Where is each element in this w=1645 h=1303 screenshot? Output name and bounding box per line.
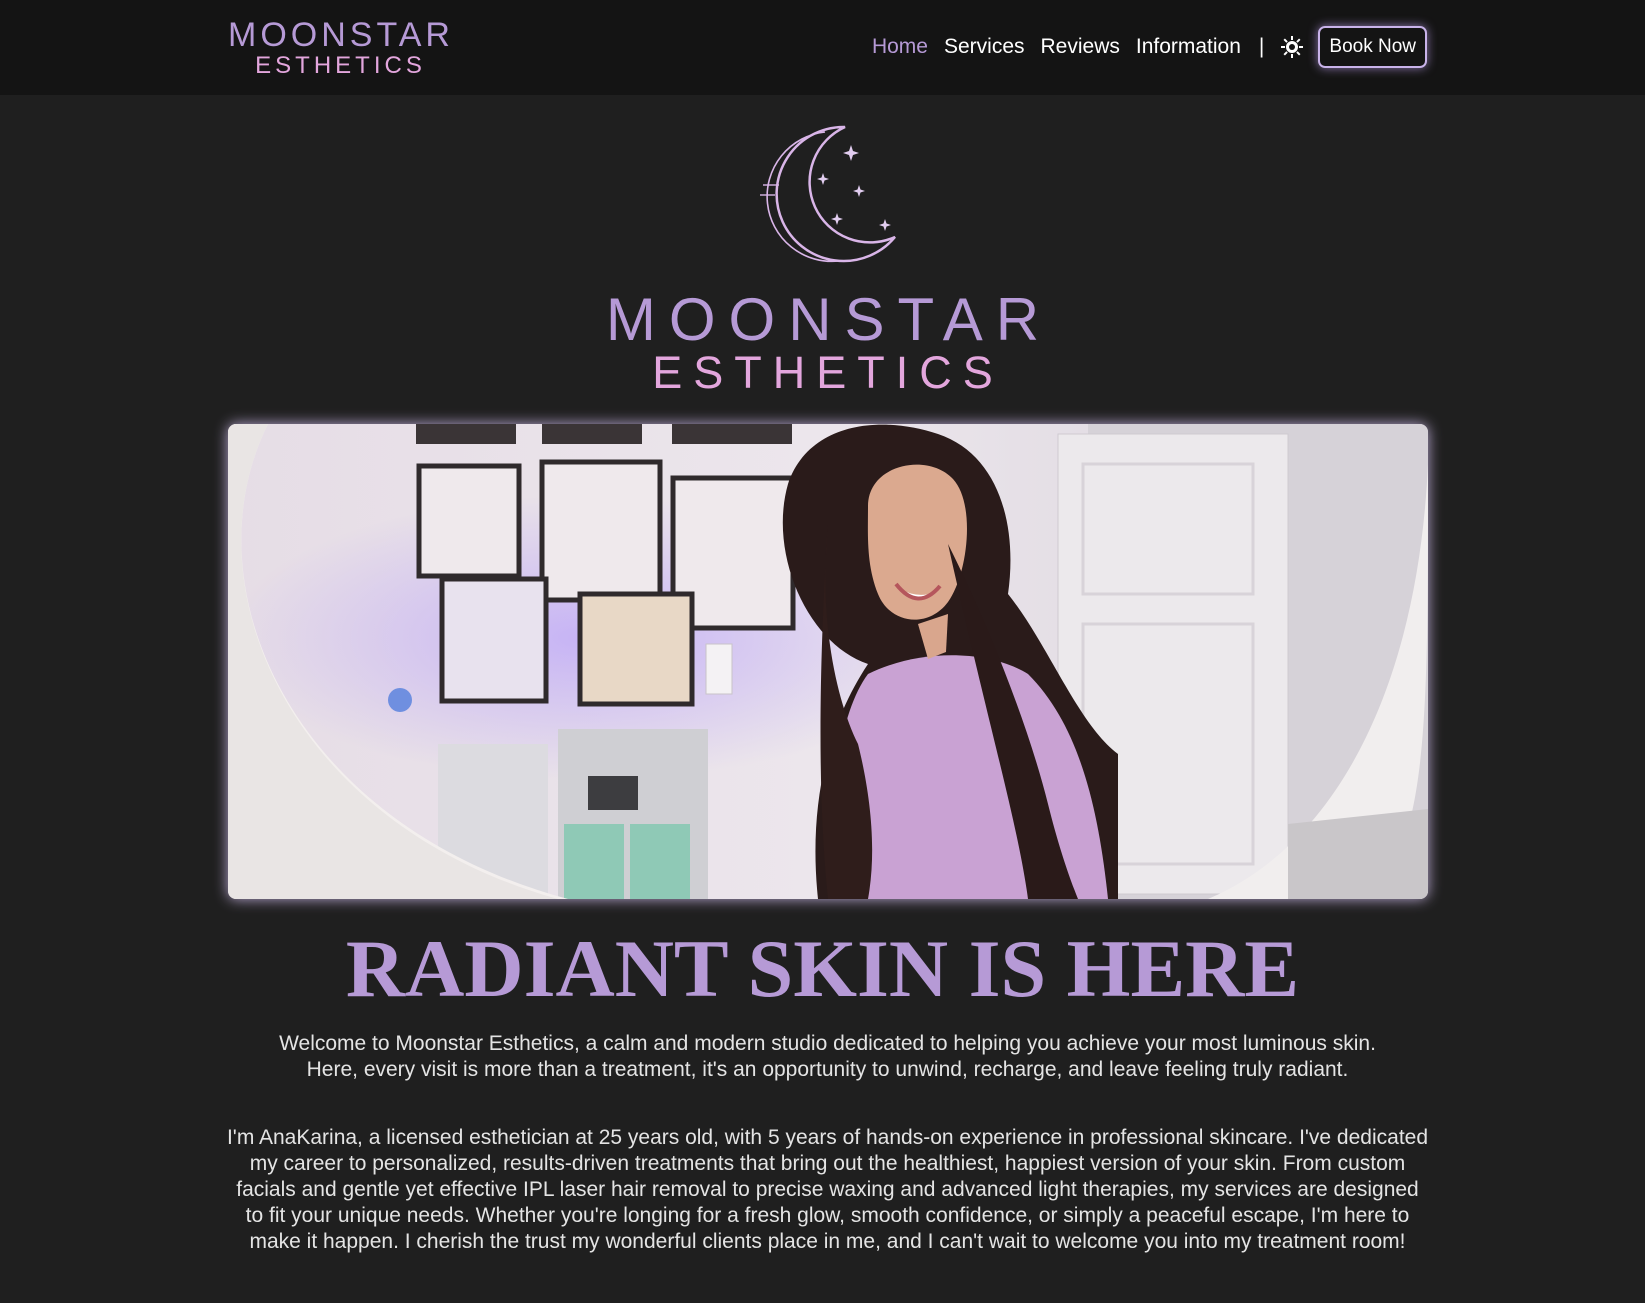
about-paragraph: I'm AnaKarina, a licensed esthetician at… [226, 1126, 1429, 1253]
logo-title: MOONSTAR [605, 286, 1053, 353]
nav-services[interactable]: Services [944, 35, 1025, 59]
nav-separator: | [1258, 35, 1265, 58]
crescent-moon-stars-icon [755, 123, 905, 273]
brand-subtitle: ESTHETICS [255, 52, 426, 79]
hero-photo [228, 424, 1428, 899]
intro-paragraph: Welcome to Moonstar Esthetics, a calm an… [279, 1032, 1376, 1081]
sun-icon[interactable] [1280, 35, 1304, 59]
logo-subtitle: ESTHETICS [652, 347, 1004, 398]
brand-name: MOONSTAR [228, 16, 454, 54]
brand-logo[interactable]: MOONSTAR ESTHETICS [228, 18, 453, 78]
nav-information[interactable]: Information [1136, 35, 1241, 59]
main-nav: Home Services Reviews Information | Book… [856, 26, 1427, 68]
nav-home[interactable]: Home [872, 35, 928, 59]
book-now-button[interactable]: Book Now [1318, 26, 1427, 68]
hero-headline: RADIANT SKIN IS HERE [345, 923, 1300, 1014]
nav-reviews[interactable]: Reviews [1041, 35, 1120, 59]
top-navbar: MOONSTAR ESTHETICS Home Services Reviews… [0, 0, 1645, 95]
